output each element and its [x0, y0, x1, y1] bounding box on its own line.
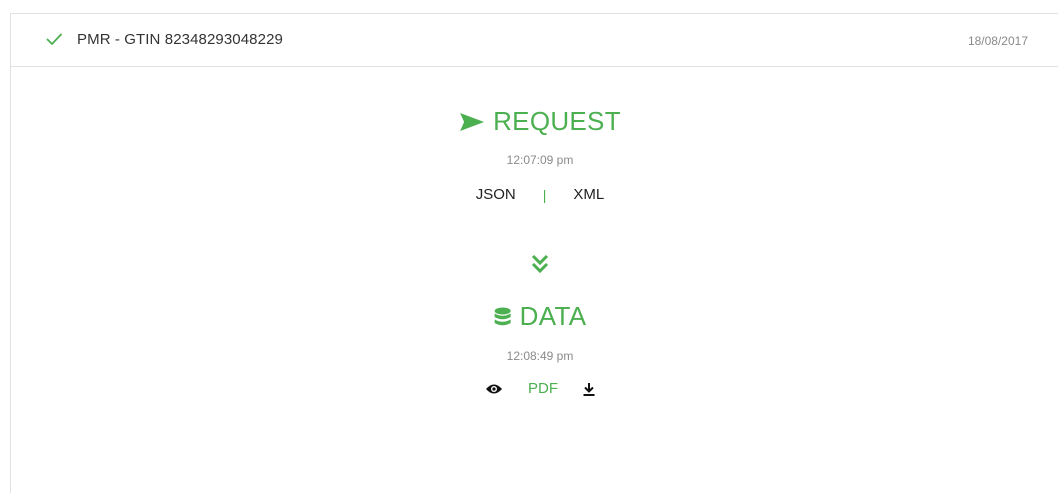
check-icon	[46, 33, 62, 45]
database-icon	[494, 307, 511, 325]
download-icon[interactable]	[583, 382, 595, 396]
request-heading: REQUEST	[459, 106, 621, 137]
data-heading: DATA	[494, 301, 587, 332]
data-time: 12:08:49 pm	[506, 349, 574, 363]
pdf-link[interactable]: PDF	[528, 380, 558, 397]
data-actions: PDF	[485, 380, 595, 397]
data-title: DATA	[519, 301, 587, 331]
send-icon	[460, 112, 485, 131]
history-panel: PMR - GTIN 82348293048229 18/08/2017 REQ…	[10, 13, 1058, 493]
flow-arrow	[531, 254, 549, 279]
request-format-links: JSON | XML	[476, 186, 605, 203]
double-chevron-down-icon	[531, 254, 549, 274]
item-date: 18/08/2017	[967, 34, 1028, 48]
history-item-header[interactable]: PMR - GTIN 82348293048229 18/08/2017	[11, 14, 1058, 67]
item-title: PMR - GTIN 82348293048229	[77, 31, 283, 48]
eye-icon[interactable]	[485, 382, 503, 396]
request-title: REQUEST	[493, 106, 621, 136]
item-details: REQUEST 12:07:09 pm JSON | XML DATA 12:0…	[11, 68, 1058, 488]
link-separator: |	[542, 186, 547, 203]
json-link[interactable]: JSON	[476, 186, 516, 203]
xml-link[interactable]: XML	[573, 186, 604, 203]
request-time: 12:07:09 pm	[506, 153, 574, 167]
